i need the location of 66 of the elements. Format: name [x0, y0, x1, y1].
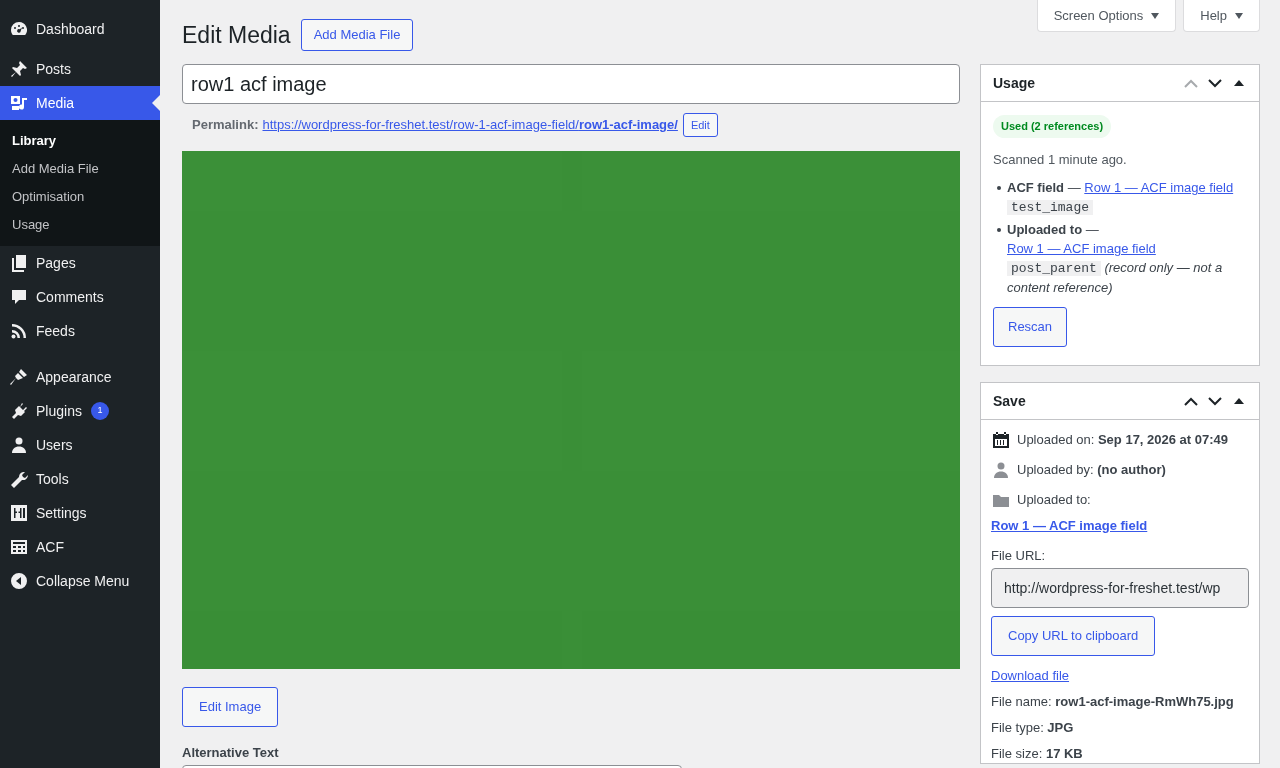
dropdown-button[interactable]: Screen Options — [1036, 0, 1177, 32]
collapse-icon — [9, 571, 29, 591]
rss-icon — [9, 321, 29, 341]
edit-image-button[interactable]: Edit Image — [182, 687, 279, 727]
update-count-badge: 1 — [90, 402, 109, 420]
submenu-item[interactable]: Add Media File — [0, 155, 160, 183]
page-title: Edit Media — [182, 20, 291, 50]
reference-link[interactable]: Row 1 — ACF image field — [1007, 241, 1156, 256]
title-field[interactable]: row1 acf image — [182, 64, 960, 104]
panel-title: Save — [993, 391, 1027, 411]
file-url-field[interactable]: http://wordpress-for-freshet.test/wp — [991, 567, 1249, 608]
sidebar-item[interactable]: ACF — [0, 530, 160, 564]
permalink-label: Permalink: — [192, 116, 259, 135]
file-detail-text: File name: row1-acf-image-RmWh75.jpg — [991, 693, 1235, 711]
add-media-file-button[interactable]: Add Media File — [300, 19, 414, 51]
person-icon — [991, 460, 1011, 480]
parent-post-link[interactable]: Row 1 — ACF image field — [991, 516, 1148, 536]
sidebar-item[interactable]: Appearance — [0, 360, 160, 394]
sidebar-item[interactable]: Feeds — [0, 314, 160, 348]
sidebar-item[interactable]: Pages — [0, 246, 160, 280]
sidebar-item[interactable]: Posts — [0, 52, 160, 86]
sidebar-item[interactable]: Plugins 1 — [0, 394, 160, 428]
sidebar-item[interactable]: Settings — [0, 496, 160, 530]
submenu-item[interactable]: Usage — [0, 211, 160, 239]
file-url-label: File URL: — [991, 547, 1047, 565]
person-icon — [9, 435, 29, 455]
caret-icon — [1151, 12, 1160, 19]
reference-item: ACF field — Row 1 — ACF image field test_image — [1007, 179, 1235, 217]
calendar-icon — [991, 430, 1011, 450]
dropdown-button[interactable]: Help — [1183, 0, 1260, 32]
sidebar-item[interactable]: Comments — [0, 280, 160, 314]
alternative-text-label: Alternative Text — [182, 744, 280, 762]
sidebar-item[interactable]: Users — [0, 428, 160, 462]
current-arrow-icon — [152, 95, 160, 111]
download-link[interactable]: Download file — [991, 665, 1070, 685]
submenu-item[interactable]: Library — [0, 127, 160, 155]
reference-item: Uploaded to — Row 1 — ACF image field post_parent (record only — not a content reference) — [1007, 221, 1224, 297]
media-icon — [9, 93, 29, 113]
status-badge: Used (2 references) — [993, 115, 1112, 138]
wrench-icon — [9, 469, 29, 489]
speech-bubble-icon — [9, 287, 29, 307]
file-detail-text: File size: 17 KB — [991, 745, 1084, 763]
reference-link[interactable]: Row 1 — ACF image field — [1084, 180, 1234, 195]
sliders-icon — [9, 503, 29, 523]
pages-icon — [9, 253, 29, 273]
permalink-link[interactable]: https://wordpress-for-freshet.test/row-1-acf-image-field/row1-acf-image/ — [262, 115, 678, 135]
table-icon — [9, 537, 29, 557]
submenu-item[interactable]: Optimisation — [0, 183, 160, 211]
panel-title: Usage — [993, 73, 1037, 93]
uploaded-to-label: Uploaded to: — [1017, 491, 1091, 509]
scan-status-text: Scanned 1 minute ago. — [993, 150, 1128, 169]
copy-url-button[interactable]: Copy URL to clipboard — [991, 615, 1156, 656]
edit-permalink-button[interactable]: Edit — [682, 113, 718, 137]
brush-icon — [9, 367, 29, 387]
bullet-icon — [997, 228, 1001, 232]
caret-icon — [1235, 12, 1243, 19]
meta-text: Uploaded by: (no author) — [1017, 461, 1166, 479]
file-detail-text: File type: JPG — [991, 719, 1075, 737]
sidebar-item[interactable]: Collapse Menu — [0, 564, 160, 598]
sidebar-item[interactable]: Dashboard — [0, 12, 160, 46]
pushpin-icon — [9, 59, 29, 79]
sidebar-item[interactable]: Tools — [0, 462, 160, 496]
sidebar-item[interactable]: Media — [0, 86, 160, 120]
rescan-button[interactable]: Rescan — [993, 307, 1068, 347]
bullet-icon — [997, 186, 1001, 190]
meta-text: Uploaded on: Sep 17, 2026 at 07:49 — [1017, 431, 1229, 449]
